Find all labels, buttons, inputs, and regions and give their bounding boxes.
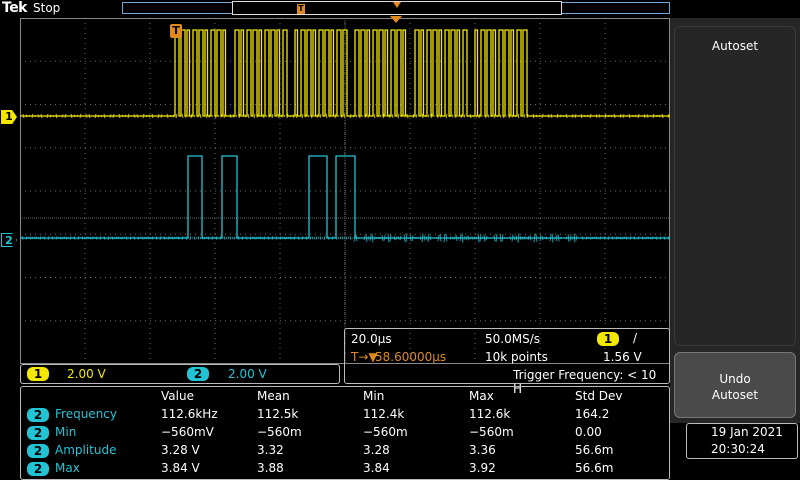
measurement-channel-badge: 2 <box>27 462 49 476</box>
measurement-channel-badge: 2 <box>27 426 49 440</box>
measurement-max: 112.6k <box>469 407 511 421</box>
measurement-mean: 3.32 <box>257 443 284 457</box>
trigger-slope-icon: / <box>633 331 638 345</box>
graticule-grid <box>20 18 670 364</box>
record-length: 10k points <box>485 350 548 364</box>
measurement-row[interactable]: 2 Frequency 112.6kHz 112.5k 112.4k 112.6… <box>21 407 671 425</box>
measurement-min: 3.28 <box>363 443 390 457</box>
trigger-position-arrow <box>390 16 402 23</box>
channel-1-badge[interactable]: 1 <box>27 367 49 381</box>
measurement-max: −560m <box>469 425 514 439</box>
measurement-table[interactable]: Value Mean Min Max Std Dev 2 Frequency 1… <box>20 386 670 480</box>
record-trigger-marker: T <box>297 4 305 14</box>
measurement-value: −560mV <box>161 425 214 439</box>
trigger-level: 1.56 V <box>603 350 642 364</box>
measurement-std-dev: 56.6m <box>575 461 614 475</box>
channel-2-badge[interactable]: 2 <box>187 367 209 381</box>
date: 19 Jan 2021 <box>711 425 783 439</box>
channel-2-scale: 2.00 V <box>228 367 267 381</box>
vertical-scale-panel[interactable]: 1 2.00 V 2 2.00 V <box>20 364 340 384</box>
autoset-button[interactable]: Autoset <box>674 26 796 346</box>
trigger-source-badge: 1 <box>597 332 619 346</box>
measurement-min: 112.4k <box>363 407 405 421</box>
measurement-name: Frequency <box>55 407 117 421</box>
timebase: 20.0µs <box>351 332 392 346</box>
header-min: Min <box>363 389 385 403</box>
measurement-max: 3.92 <box>469 461 496 475</box>
measurement-value: 112.6kHz <box>161 407 218 421</box>
measurement-min: −560m <box>363 425 408 439</box>
measurement-header-row: Value Mean Min Max Std Dev <box>21 389 671 407</box>
measurement-max: 3.36 <box>469 443 496 457</box>
date-time-panel[interactable]: 19 Jan 2021 20:30:24 <box>686 423 798 459</box>
measurement-row[interactable]: 2 Min −560mV −560m −560m −560m 0.00 <box>21 425 671 443</box>
measurement-name: Max <box>55 461 80 475</box>
measurement-std-dev: 0.00 <box>575 425 602 439</box>
horizontal-trigger-panel[interactable]: 20.0µs 50.0MS/s 1 / T→▼ 58.60000µs 10k p… <box>344 328 670 396</box>
header-std-dev: Std Dev <box>575 389 623 403</box>
side-menu: Autoset Undo Autoset <box>670 18 800 423</box>
measurement-mean: 112.5k <box>257 407 299 421</box>
undo-autoset-label-2: Autoset <box>711 388 759 402</box>
header-max: Max <box>469 389 494 403</box>
header-mean: Mean <box>257 389 290 403</box>
measurement-std-dev: 56.6m <box>575 443 614 457</box>
trigger-delay: 58.60000µs <box>375 350 447 364</box>
channel-1-ground-marker[interactable]: 1 <box>1 110 17 124</box>
undo-autoset-button[interactable]: Undo Autoset <box>674 352 796 418</box>
undo-autoset-label-1: Undo <box>719 372 751 386</box>
measurement-channel-badge: 2 <box>27 408 49 422</box>
brand-logo: Tek <box>2 0 28 16</box>
channel-2-ground-marker[interactable]: 2 <box>1 233 17 247</box>
measurement-min: 3.84 <box>363 461 390 475</box>
measurement-name: Amplitude <box>55 443 117 457</box>
header-value: Value <box>161 389 194 403</box>
trigger-delay-icon: T→▼ <box>351 350 378 364</box>
measurement-value: 3.84 V <box>161 461 200 475</box>
time: 20:30:24 <box>711 442 765 456</box>
measurement-value: 3.28 V <box>161 443 200 457</box>
measurement-row[interactable]: 2 Amplitude 3.28 V 3.32 3.28 3.36 56.6m <box>21 443 671 461</box>
measurement-row[interactable]: 2 Max 3.84 V 3.88 3.84 3.92 56.6m <box>21 461 671 479</box>
measurement-mean: 3.88 <box>257 461 284 475</box>
record-center-arrow <box>393 2 401 8</box>
channel-1-scale: 2.00 V <box>67 367 106 381</box>
trigger-marker: T <box>170 24 182 38</box>
measurement-name: Min <box>55 425 77 439</box>
measurement-channel-badge: 2 <box>27 444 49 458</box>
measurement-std-dev: 164.2 <box>575 407 610 421</box>
waveform-graticule[interactable] <box>20 18 670 364</box>
acquisition-status: Stop <box>33 1 61 15</box>
sample-rate: 50.0MS/s <box>485 332 540 346</box>
measurement-mean: −560m <box>257 425 302 439</box>
